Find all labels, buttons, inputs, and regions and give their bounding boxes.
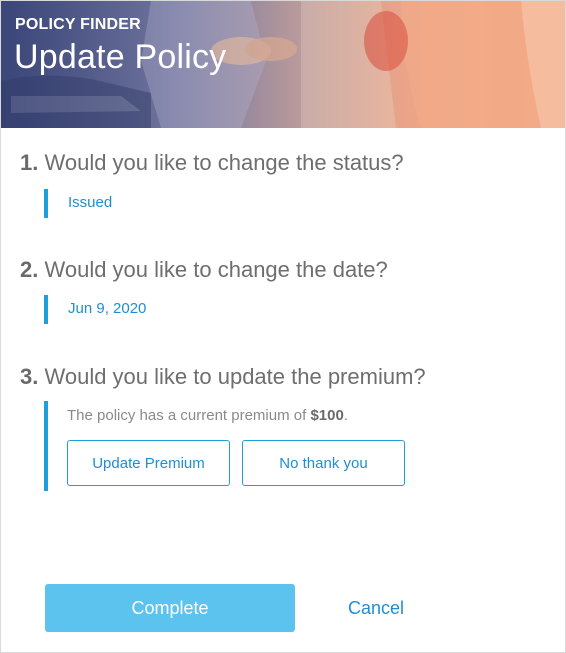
question-status: 1. Would you like to change the status?: [20, 150, 404, 176]
premium-suffix: .: [343, 407, 348, 424]
status-answer-link[interactable]: Issued: [68, 194, 112, 211]
question-number: 2.: [20, 257, 39, 282]
premium-amount: $100: [310, 407, 344, 424]
answer-indicator: [44, 401, 48, 491]
cancel-link[interactable]: Cancel: [348, 598, 404, 619]
question-date: 2. Would you like to change the date?: [20, 257, 388, 283]
question-text: Would you like to change the date?: [44, 257, 388, 282]
header-banner: POLICY FINDER Update Policy: [1, 1, 565, 128]
question-number: 3.: [20, 364, 39, 389]
answer-indicator: [44, 295, 48, 324]
eyebrow-label: POLICY FINDER: [15, 16, 141, 33]
answer-indicator: [44, 189, 48, 218]
date-answer-link[interactable]: Jun 9, 2020: [68, 300, 146, 317]
premium-prefix: The policy has a current premium of: [67, 407, 311, 424]
question-text: Would you like to change the status?: [44, 150, 404, 175]
complete-button[interactable]: Complete: [45, 584, 295, 632]
question-number: 1.: [20, 150, 39, 175]
page-title: Update Policy: [14, 38, 227, 76]
premium-description: The policy has a current premium of $100…: [67, 407, 348, 424]
no-thank-you-button[interactable]: No thank you: [242, 440, 405, 486]
question-premium: 3. Would you like to update the premium?: [20, 364, 426, 390]
question-text: Would you like to update the premium?: [44, 364, 426, 389]
update-policy-card: POLICY FINDER Update Policy 1. Would you…: [0, 0, 566, 653]
update-premium-button[interactable]: Update Premium: [67, 440, 230, 486]
